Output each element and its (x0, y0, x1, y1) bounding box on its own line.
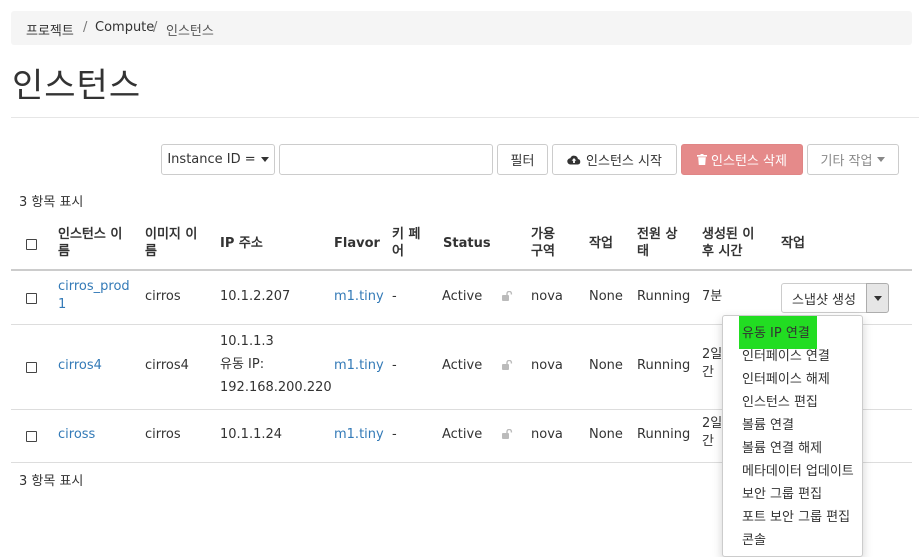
instance-link-cirros4[interactable]: cirros4 (58, 355, 102, 377)
cell-zone: nova (531, 289, 563, 304)
breadcrumb-separator: / (83, 20, 88, 35)
delete-instances-label: 인스턴스 삭제 (711, 154, 787, 169)
header-flavor[interactable]: Flavor (334, 235, 380, 252)
cell-power: Running (637, 427, 691, 442)
header-status[interactable]: Status (443, 235, 491, 252)
menu-item-edit-port-security-groups[interactable]: 포트 보안 그룹 편집 (742, 506, 850, 525)
more-actions-label: 기타 작업 (820, 154, 873, 169)
menu-item-console[interactable]: 콘솔 (742, 529, 766, 548)
cell-age: 7분 (702, 289, 723, 304)
item-count: 3 항목 표시 (19, 195, 84, 210)
breadcrumb-separator: / (153, 20, 158, 35)
more-actions-button[interactable]: 기타 작업 (807, 144, 899, 175)
breadcrumb: 프로젝트 / Compute / 인스턴스 (11, 11, 912, 45)
instance-link-ciross[interactable]: ciross (58, 424, 95, 446)
filter-button-label: 필터 (510, 154, 535, 169)
cell-ip: 10.1.2.207 (220, 289, 291, 304)
menu-item-detach-volume[interactable]: 볼륨 연결 해제 (742, 437, 822, 456)
header-actions: 작업 (781, 236, 805, 251)
page-title: 인스턴스 (12, 66, 142, 106)
cell-image: cirros (145, 427, 181, 442)
cell-power: Running (637, 289, 691, 304)
filter-field-label: Instance ID = (167, 152, 256, 167)
lock-icon (502, 429, 513, 439)
cell-image: cirros4 (145, 358, 189, 373)
header-name[interactable]: 인스턴스 이름 (58, 226, 122, 260)
launch-instance-button[interactable]: 인스턴스 시작 (552, 144, 677, 175)
breadcrumb-compute[interactable]: Compute (95, 20, 154, 35)
menu-item-edit-security-groups[interactable]: 보안 그룹 편집 (742, 483, 822, 502)
cell-task: None (589, 289, 623, 304)
cell-zone: nova (531, 427, 563, 442)
caret-down-icon (877, 157, 886, 162)
flavor-link[interactable]: m1.tiny (334, 286, 384, 308)
instance-link-cirros-prod1[interactable]: cirros_prod 1 (58, 278, 130, 314)
header-image[interactable]: 이미지 이름 (145, 226, 197, 260)
cell-keypair: - (392, 358, 397, 373)
create-snapshot-button[interactable]: 스냅샷 생성 (781, 283, 867, 313)
filter-field-select[interactable]: Instance ID = (161, 144, 275, 175)
row-checkbox[interactable] (26, 431, 37, 442)
menu-item-attach-interface[interactable]: 인터페이스 연결 (742, 345, 830, 364)
row-checkbox[interactable] (26, 293, 37, 304)
breadcrumb-instances: 인스턴스 (166, 24, 214, 39)
row-checkbox[interactable] (26, 362, 37, 373)
cell-image: cirros (145, 289, 181, 304)
cell-age: 2일 간 (702, 347, 723, 380)
header-divider (11, 269, 912, 271)
delete-instances-button[interactable]: 인스턴스 삭제 (681, 144, 803, 175)
menu-item-update-metadata[interactable]: 메타데이터 업데이트 (742, 460, 854, 479)
menu-item-detach-interface[interactable]: 인터페이스 해제 (742, 368, 830, 387)
flavor-link[interactable]: m1.tiny (334, 355, 384, 377)
row-actions-menu-items: 유동 IP 연결 인터페이스 연결 인터페이스 해제 인스턴스 편집 볼륨 연결… (722, 315, 861, 548)
menu-item-attach-volume[interactable]: 볼륨 연결 (742, 414, 794, 433)
breadcrumb-project[interactable]: 프로젝트 (26, 20, 74, 39)
cell-ip: 10.1.1.24 (220, 427, 283, 442)
title-divider (11, 117, 919, 118)
header-power[interactable]: 전원 상태 (637, 226, 677, 260)
menu-item-associate-floating-ip[interactable]: 유동 IP 연결 (742, 322, 810, 341)
cloud-upload-icon (567, 155, 581, 165)
filter-button[interactable]: 필터 (497, 144, 548, 175)
row-actions-dropdown-toggle[interactable] (866, 283, 889, 313)
caret-down-icon (873, 295, 882, 301)
lock-icon (502, 291, 513, 301)
header-age[interactable]: 생성된 이후 시간 (702, 226, 754, 260)
header-ip[interactable]: IP 주소 (220, 235, 263, 252)
cell-age: 2일 간 (702, 416, 723, 449)
header-zone[interactable]: 가용 구역 (531, 226, 555, 260)
cell-status: Active (442, 427, 483, 442)
cell-ip: 10.1.1.3 유동 IP: 192.168.200.220 (220, 334, 332, 395)
cell-status: Active (442, 358, 483, 373)
cell-power: Running (637, 358, 691, 373)
menu-item-edit-instance[interactable]: 인스턴스 편집 (742, 391, 818, 410)
launch-instance-label: 인스턴스 시작 (586, 154, 662, 169)
cell-zone: nova (531, 358, 563, 373)
cell-keypair: - (392, 427, 397, 442)
cell-task: None (589, 427, 623, 442)
item-count-bottom: 3 항목 표시 (19, 474, 84, 489)
create-snapshot-label: 스냅샷 생성 (792, 292, 856, 308)
header-keypair[interactable]: 키 페어 (392, 226, 420, 260)
caret-down-icon (260, 157, 269, 162)
cell-keypair: - (392, 289, 397, 304)
header-task[interactable]: 작업 (589, 235, 613, 252)
select-all-checkbox[interactable] (26, 239, 37, 250)
flavor-link[interactable]: m1.tiny (334, 424, 384, 446)
filter-input[interactable] (279, 144, 493, 175)
trash-icon (697, 154, 708, 165)
cell-task: None (589, 358, 623, 373)
lock-icon (502, 360, 513, 370)
cell-status: Active (442, 289, 483, 304)
